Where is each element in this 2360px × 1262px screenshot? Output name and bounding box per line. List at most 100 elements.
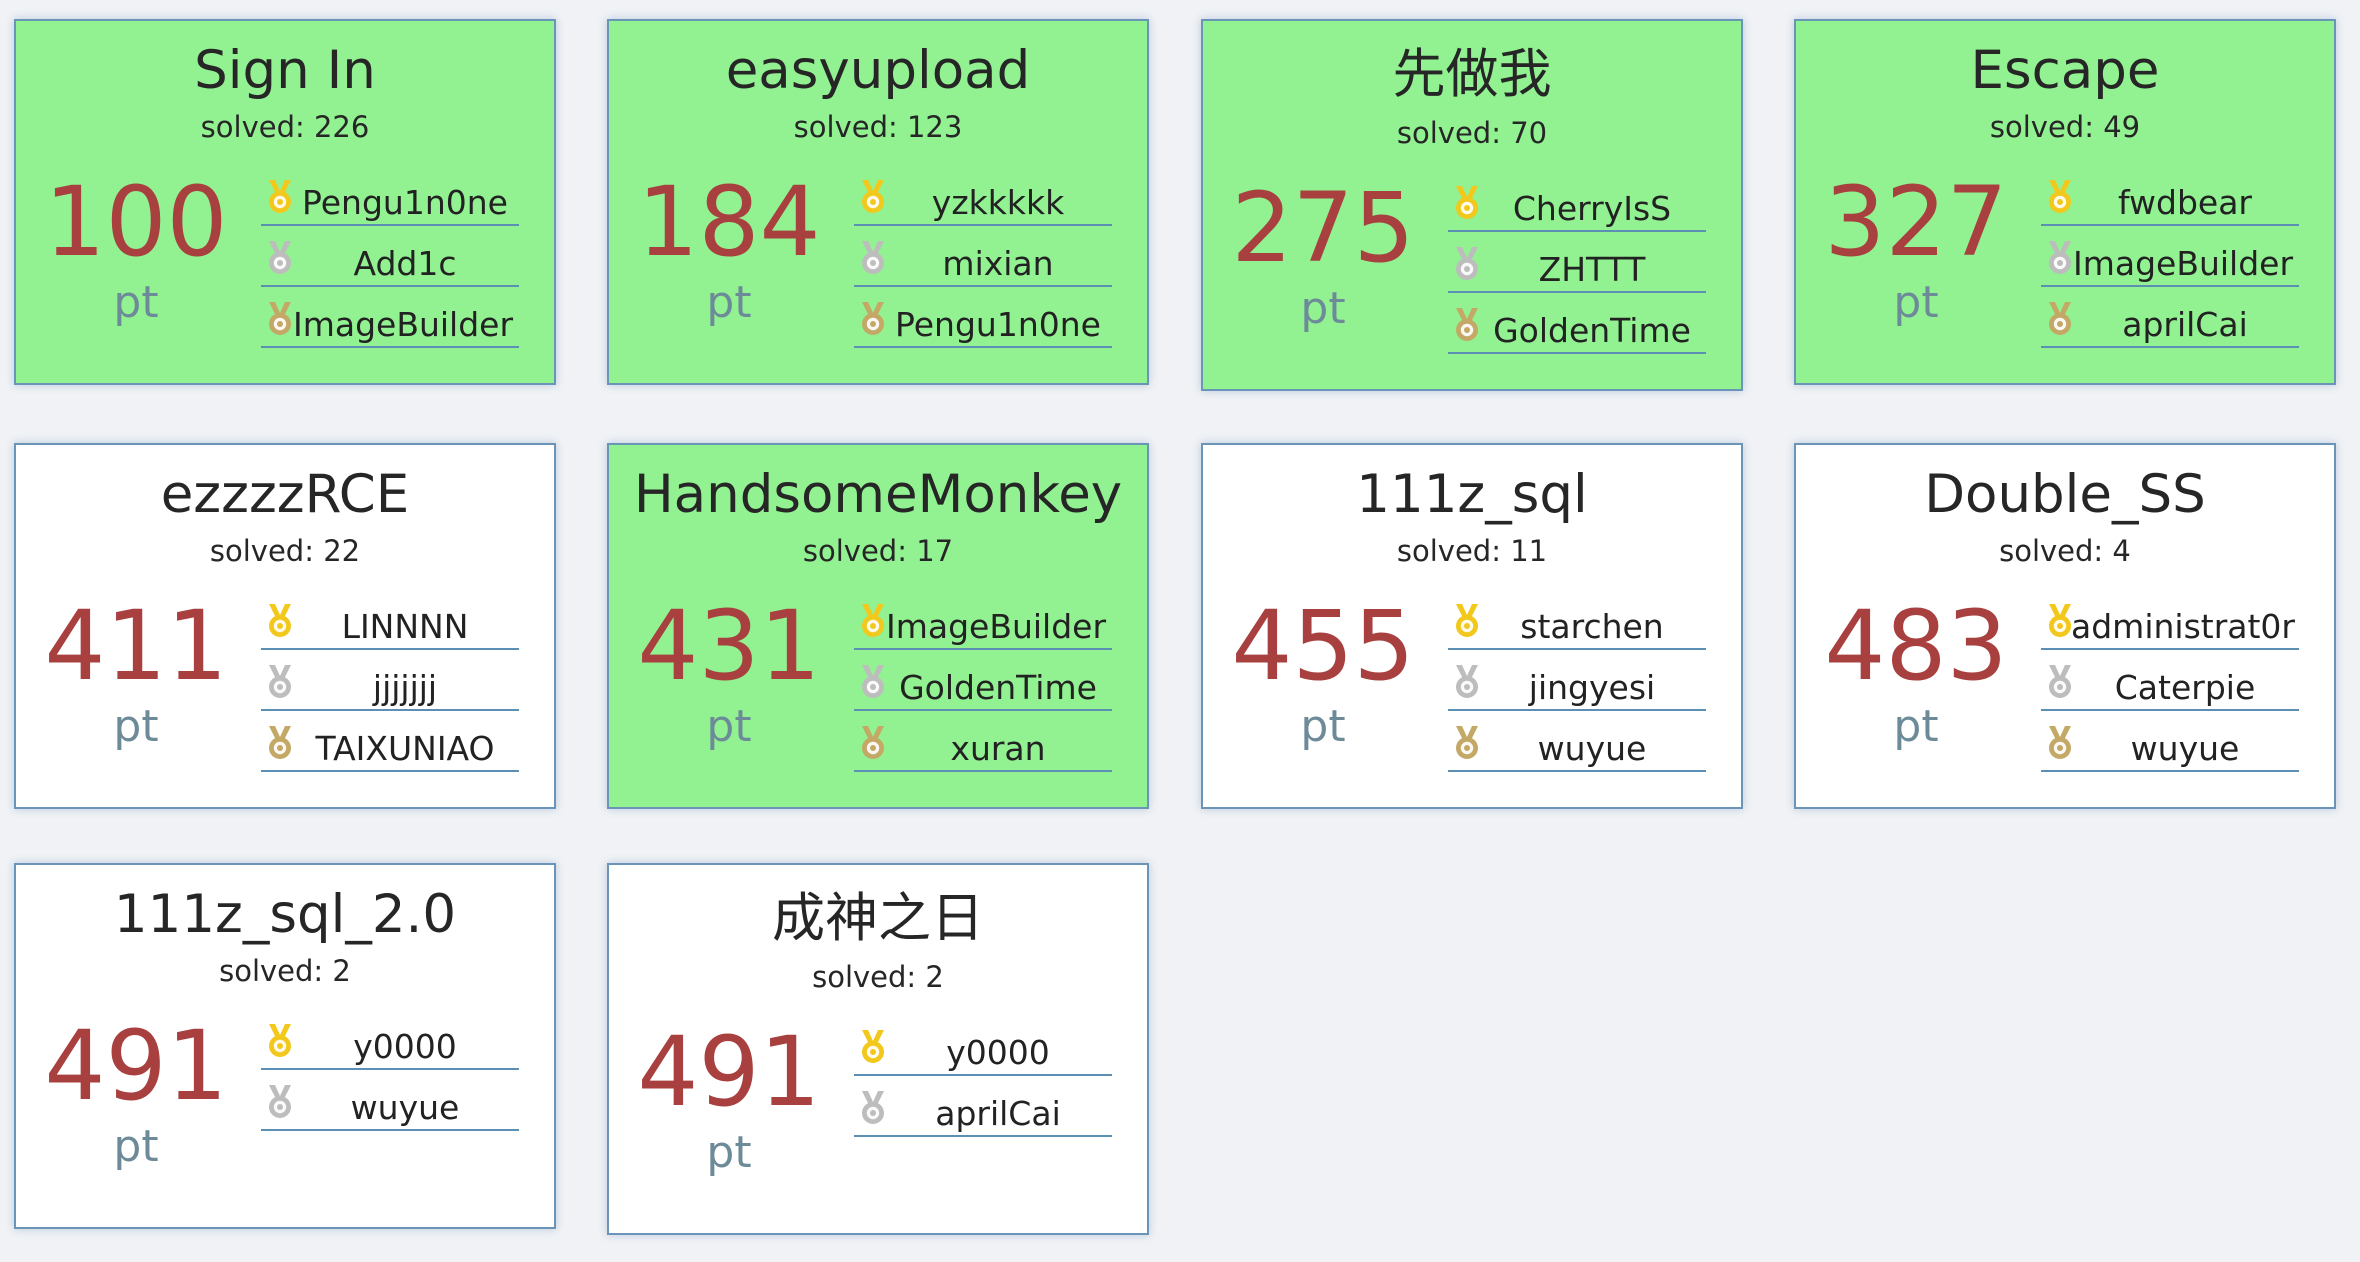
blood-entry: GoldenTime [1448,293,1706,354]
blood-entry: Pengu1n0ne [261,165,519,226]
challenge-points: 411 [44,590,228,702]
blood-entry: jingyesi [1448,650,1706,711]
blood-player-name: yzkkkkk [931,183,1065,222]
challenge-title: HandsomeMonkey [633,464,1123,525]
solve-count: solved: 4 [1999,534,2131,568]
blood-entry: administrat0r [2041,589,2299,650]
blood-entry: wuyue [1448,711,1706,772]
blood-player-name: mixian [942,244,1054,283]
blood-player-name: wuyue [350,1088,460,1127]
blood-player-name: aprilCai [935,1094,1061,1133]
blood-entry: y0000 [854,1015,1112,1076]
blood-player-name: wuyue [2130,729,2240,768]
blood-list: y0000 aprilCai [854,1015,1112,1137]
challenge-title: 成神之日 [772,888,984,949]
blood-list: y0000 wuyue [261,1009,519,1131]
blood-player-name: ImageBuilder [885,607,1107,646]
challenge-title: Double_SS [1924,464,2206,525]
blood-list: yzkkkkk mixian Pengu1n0ne [854,165,1112,348]
challenge-card[interactable]: Double_SS solved: 4 483 pt administrat0r Cate… [1794,443,2336,809]
blood-entry: ImageBuilder [261,287,519,348]
challenge-title: ezzzzRCE [160,464,410,525]
challenge-card[interactable]: Sign In solved: 226 100 pt Pengu1n0ne Add1c Im… [14,19,556,385]
blood-entry: ZHTTT [1448,232,1706,293]
blood-entry: Pengu1n0ne [854,287,1112,348]
points-unit: pt [1300,283,1346,334]
blood-player-name: jingyesi [1528,668,1656,707]
challenge-points: 431 [637,590,821,702]
challenge-card[interactable]: 111z_sql solved: 11 455 pt starchen jingyesi w… [1201,443,1743,809]
challenge-points: 184 [637,166,821,278]
blood-player-name: fwdbear [2117,183,2252,222]
blood-entry: jjjjjjj [261,650,519,711]
blood-player-name: jjjjjjj [372,668,438,707]
blood-player-name: ImageBuilder [292,305,514,344]
blood-player-name: Pengu1n0ne [302,183,508,222]
blood-player-name: GoldenTime [1493,311,1691,350]
solve-count: solved: 11 [1396,534,1548,568]
blood-player-name: Caterpie [2114,668,2256,707]
challenge-points: 275 [1231,172,1415,284]
challenge-title: easyupload [725,40,1031,101]
blood-list: administrat0r Caterpie wuyue [2041,589,2299,772]
blood-player-name: GoldenTime [899,668,1097,707]
challenge-points: 327 [1824,166,2008,278]
challenge-card[interactable]: 成神之日 solved: 2 491 pt y0000 aprilCai [607,863,1149,1235]
points-unit: pt [1300,701,1346,752]
points-unit: pt [113,277,159,328]
challenge-title: Sign In [194,40,376,101]
challenge-points: 483 [1824,590,2008,702]
challenge-card[interactable]: ezzzzRCE solved: 22 411 pt LINNNN jjjjjjj TAIX… [14,443,556,809]
blood-entry: CherryIsS [1448,171,1706,232]
challenge-points: 455 [1231,590,1415,702]
challenge-card[interactable]: easyupload solved: 123 184 pt yzkkkkk mixian P… [607,19,1149,385]
blood-player-name: starchen [1520,607,1664,646]
blood-entry: mixian [854,226,1112,287]
challenge-card[interactable]: 先做我 solved: 70 275 pt CherryIsS ZHTTT GoldenTi… [1201,19,1743,391]
blood-player-name: y0000 [353,1027,457,1066]
blood-player-name: CherryIsS [1512,189,1672,228]
blood-player-name: ZHTTT [1538,250,1646,289]
blood-list: Pengu1n0ne Add1c ImageBuilder [261,165,519,348]
blood-player-name: aprilCai [2122,305,2248,344]
solve-count: solved: 17 [802,534,954,568]
blood-entry: LINNNN [261,589,519,650]
blood-entry: starchen [1448,589,1706,650]
blood-list: ImageBuilder GoldenTime xuran [854,589,1112,772]
blood-list: CherryIsS ZHTTT GoldenTime [1448,171,1706,354]
blood-entry: GoldenTime [854,650,1112,711]
challenge-board: Sign In solved: 226 100 pt Pengu1n0ne Add1c Im… [0,0,2360,1262]
blood-entry: Caterpie [2041,650,2299,711]
blood-list: LINNNN jjjjjjj TAIXUNIAO [261,589,519,772]
challenge-card[interactable]: HandsomeMonkey solved: 17 431 pt ImageBuilde… [607,443,1149,809]
challenge-card[interactable]: 111z_sql_2.0 solved: 2 491 pt y0000 wuyue [14,863,556,1229]
blood-entry: aprilCai [2041,287,2299,348]
blood-player-name: Pengu1n0ne [895,305,1101,344]
points-unit: pt [1893,701,1939,752]
blood-player-name: LINNNN [341,607,469,646]
challenge-card[interactable]: Escape solved: 49 327 pt fwdbear ImageBuilder… [1794,19,2336,385]
solve-count: solved: 2 [812,960,944,994]
points-unit: pt [706,1127,752,1178]
blood-entry: yzkkkkk [854,165,1112,226]
blood-player-name: TAIXUNIAO [315,729,495,768]
solve-count: solved: 226 [200,110,370,144]
blood-entry: Add1c [261,226,519,287]
blood-entry: ImageBuilder [854,589,1112,650]
blood-entry: TAIXUNIAO [261,711,519,772]
challenge-title: 先做我 [1392,44,1552,105]
blood-player-name: y0000 [946,1033,1050,1072]
solve-count: solved: 49 [1989,110,2141,144]
blood-player-name: wuyue [1537,729,1647,768]
blood-list: starchen jingyesi wuyue [1448,589,1706,772]
blood-list: fwdbear ImageBuilder aprilCai [2041,165,2299,348]
solve-count: solved: 70 [1396,116,1548,150]
points-unit: pt [706,701,752,752]
blood-entry: ImageBuilder [2041,226,2299,287]
blood-player-name: Add1c [353,244,457,283]
blood-entry: y0000 [261,1009,519,1070]
blood-entry: fwdbear [2041,165,2299,226]
blood-player-name: ImageBuilder [2072,244,2294,283]
challenge-title: 111z_sql [1356,464,1588,525]
points-unit: pt [706,277,752,328]
